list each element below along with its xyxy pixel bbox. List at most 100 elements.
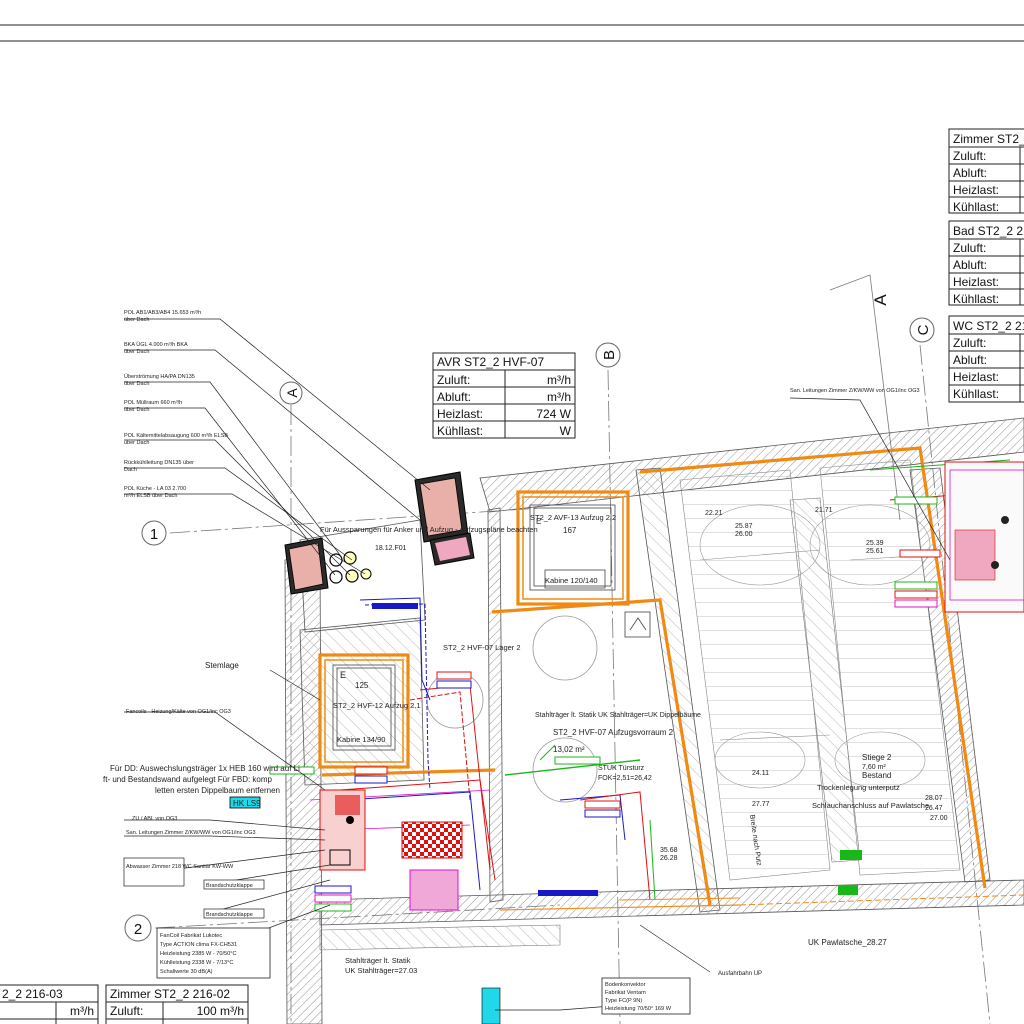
fancoil-line: Kühlleistung 2338 W - 7/13°C	[160, 960, 233, 966]
san-left-note: San. Leitungen Zimmer Z/KW/WW von OG1/in…	[126, 830, 256, 836]
schlauch-label: Schlauchanschluss auf Pawlatsche	[812, 801, 929, 810]
avr-row-value: 724 W	[536, 407, 571, 421]
boden-line: Bodenkonvektor	[605, 982, 646, 988]
avr-row-value: m³/h	[547, 390, 571, 404]
leader-note: BKA ÜGL 4.000 m³/h BKA	[124, 341, 188, 348]
fancoils-note: Fancoils - Heizung/Kälte von OG1/inc OG3	[126, 709, 231, 715]
floor-plan-canvas: A A B C 1 2 E 125 E 167 HK LS9 Zimmer ST…	[0, 0, 1024, 1024]
stahltraeger-label: Stahlträger lt. Statik UK Stahlträger=UK…	[535, 712, 701, 719]
abwasser-note: Abwasser Zimmer 218 WC Sanitär KW-WW	[126, 864, 234, 870]
fancoil-line: Schallwerte 30 dB(A)	[160, 969, 213, 975]
room-table-row-label: Heizlast:	[953, 275, 999, 289]
leader-note: Überströmung HA/PA DN135	[124, 373, 195, 380]
elevator-symbol	[624, 611, 651, 638]
zuab-note: ZU / ABL von OG3	[132, 816, 177, 822]
avr-room-label: ST2_2 HVF-07 Aufzugsvorraum 2	[553, 728, 674, 737]
axis-c: C	[915, 324, 932, 335]
avr-row-label: Kühllast:	[437, 424, 483, 438]
avr-area-label: 13,02 m²	[553, 745, 585, 754]
bottom-mid-label: Zuluft:	[110, 1004, 143, 1018]
uk-stahl2-label: UK Stahlträger=27.03	[345, 966, 417, 975]
room-table-row-label: Zuluft:	[953, 336, 986, 350]
leader-note: m³/h ELSB über Dach	[124, 493, 178, 499]
leader-note: POL Küche - LA 03 2.700	[124, 486, 186, 492]
leader-note: über Dach	[124, 349, 149, 355]
stahltraeger2-label: Stahlträger lt. Statik	[345, 956, 411, 965]
boden-line: Heizleistung 70/50° 169 W	[605, 1006, 672, 1012]
floor-plan-drawing: A A B C 1 2 E 125 E 167 HK LS9 Zimmer ST…	[0, 24, 1024, 1024]
boden-line: Fabrikat Ventam	[605, 990, 646, 996]
stemlage-label: Stemlage	[205, 661, 239, 670]
room-table-row-label: Heizlast:	[953, 370, 999, 384]
kabine-top-label: Kabine 120/140	[545, 576, 598, 585]
avr-row-label: Zuluft:	[437, 373, 470, 387]
aufzug21-label: ST2_2 HVF-12 Aufzug 2.1	[333, 701, 421, 710]
stuetz-label: STUK Türsturz	[598, 765, 645, 772]
leader-note: über Dach	[124, 407, 149, 413]
dd-note: Für DD: Auswechslungsträger 1x HEB 160 w…	[103, 764, 302, 795]
room-table-row-label: Heizlast:	[953, 183, 999, 197]
dimension-label: 25.39	[866, 540, 884, 547]
uk-pawl-label: UK Pawlatsche_28.27	[808, 938, 887, 947]
avr-row-label: Abluft:	[437, 390, 471, 404]
kabine-left-label: Kabine 134/90	[337, 735, 385, 744]
leader-note: Dach	[124, 467, 137, 473]
axis-b: B	[601, 350, 618, 360]
svg-text:E: E	[340, 670, 346, 680]
room-table-title: Zimmer ST2_2	[953, 132, 1024, 146]
dimension-label: 26.47	[925, 805, 943, 812]
dimension-label: 27.77	[752, 801, 770, 808]
axis-1: 1	[150, 526, 158, 543]
aussparung-label: Für Aussparungen für Anker und Aufzug - …	[320, 525, 538, 534]
blue-duct-2	[538, 890, 598, 896]
fok-label: FOK=2,51=26,42	[598, 775, 652, 782]
dimension-label: 28.07	[925, 795, 943, 802]
brand-note-2: Brandschutzklappe	[206, 912, 253, 918]
date-label: 18.12.F01	[375, 545, 407, 552]
room-table-row-label: Kühllast:	[953, 200, 999, 214]
stiege-area: 7,60 m²	[862, 764, 886, 771]
room-table-row-label: Kühllast:	[953, 387, 999, 401]
san-right-note: San. Leitungen Zimmer Z/KW/WW von OG1/in…	[790, 388, 920, 394]
dimension-label: 24.11	[752, 770, 769, 777]
bestand-label: Bestand	[862, 771, 891, 780]
dimension-label: 22.21	[705, 510, 723, 517]
bottom-left-title: 2_2 216-03	[2, 987, 63, 1001]
hk-ls9-label: HK LS9	[233, 799, 261, 808]
dimension-label: 21.71	[815, 507, 833, 514]
room-table-row-label: Abluft:	[953, 166, 987, 180]
svg-text:167: 167	[563, 526, 577, 535]
leader-note: POL Müllraum 660 m³/h	[124, 400, 182, 406]
leader-note: über Dach	[124, 381, 149, 387]
dimension-label: 26.28	[660, 855, 678, 862]
blue-duct-1	[372, 603, 418, 609]
leader-note: POL AB1/AB3/AB4 15.653 m³/h	[124, 310, 201, 316]
lager-label: ST2_2 HVF-07 Lager 2	[443, 643, 521, 652]
dimension-label: 25.61	[866, 548, 884, 555]
room-table-row-label: Zuluft:	[953, 241, 986, 255]
abwasser-box	[123, 857, 185, 887]
leader-note: Rückkühlleitung DN135 über	[124, 460, 194, 466]
axis-2: 2	[134, 921, 142, 938]
dimension-label: 35.68	[660, 847, 678, 854]
room-table-row-label: Zuluft:	[953, 149, 986, 163]
trocken-label: Trockenlegung unterputz	[817, 783, 900, 792]
bottom-left-value: m³/h	[70, 1004, 94, 1018]
avr-row-value: m³/h	[547, 373, 571, 387]
right-equipment	[944, 461, 1024, 613]
aufzug22-label: ST2_2 AVF-13 Aufzug 2.2	[530, 513, 616, 522]
dimension-label: 27.00	[930, 815, 948, 822]
fancoil-line: FanCoil Fabrikat Lukotec	[160, 933, 222, 939]
ausfahrt-label: Ausfahrbahn UP	[718, 971, 762, 977]
dimension-label: 25.87	[735, 523, 753, 530]
room-table-title: Bad ST2_2 21	[953, 224, 1024, 238]
bottom-mid-value: 100 m³/h	[197, 1004, 244, 1018]
axis-a-left: A	[284, 388, 300, 398]
avr-row-value: W	[560, 424, 572, 438]
stiege-label: Stiege 2	[862, 753, 892, 762]
avr-row-label: Heizlast:	[437, 407, 483, 421]
leader-note: POL Kältemittelabsaugung 600 m³/h ELSB	[124, 433, 228, 439]
room-table-title: WC ST2_2 21	[953, 319, 1024, 333]
room-table-row-label: Kühllast:	[953, 292, 999, 306]
fancoil-line: Heizleistung 2385 W - 70/50°C	[160, 951, 237, 957]
